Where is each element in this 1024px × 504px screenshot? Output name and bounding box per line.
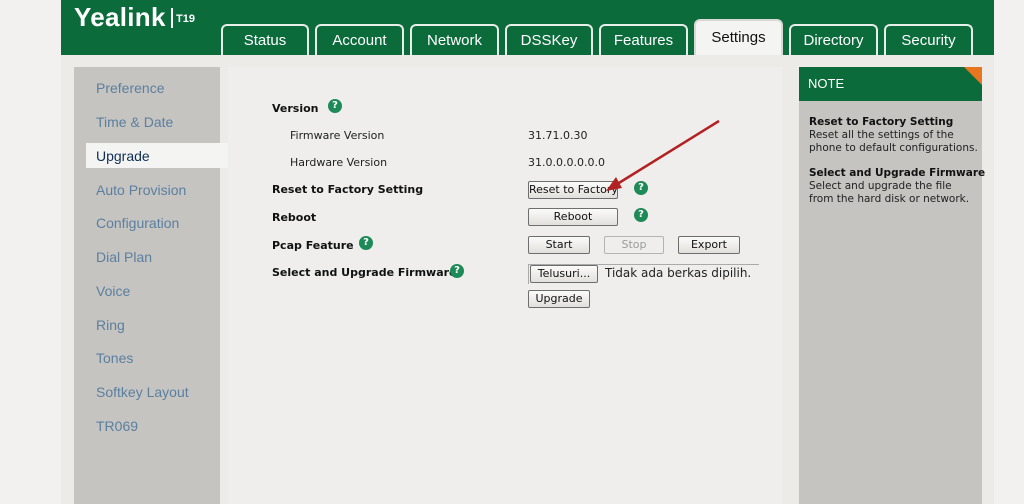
reset-factory-label: Reset to Factory Setting [272, 183, 424, 196]
tab-dsskey[interactable]: DSSKey [505, 24, 593, 55]
model-label: T19 [176, 13, 195, 25]
tab-network[interactable]: Network [410, 24, 499, 55]
tab-account[interactable]: Account [315, 24, 404, 55]
firmware-version-label: Firmware Version [290, 129, 385, 142]
page-background-left [0, 0, 61, 504]
upgrade-firmware-label: Select and Upgrade Firmware [272, 266, 457, 279]
reset-to-factory-button[interactable]: Reset to Factory [528, 181, 618, 199]
hardware-version-value: 31.0.0.0.0.0.0 [528, 156, 605, 169]
sidebar-item-softkey-layout[interactable]: Softkey Layout [96, 384, 189, 400]
reboot-label: Reboot [272, 211, 317, 224]
help-icon-reboot[interactable]: ? [634, 208, 648, 222]
pcap-feature-label: Pcap Feature [272, 239, 354, 252]
note-firmware-description: Select and upgrade the file from the har… [809, 180, 970, 205]
logo-divider [171, 8, 173, 28]
sidebar-item-upgrade[interactable]: Upgrade [96, 148, 150, 164]
tab-features[interactable]: Features [599, 24, 688, 55]
pcap-start-button[interactable]: Start [528, 236, 590, 254]
sidebar-item-preference[interactable]: Preference [96, 80, 164, 96]
sidebar-item-tr069[interactable]: TR069 [96, 418, 138, 434]
sidebar-item-ring[interactable]: Ring [96, 317, 125, 333]
note-reset-description: Reset all the settings of the phone to d… [809, 129, 978, 154]
sidebar-item-dial-plan[interactable]: Dial Plan [96, 249, 152, 265]
page-background-right [994, 0, 1024, 504]
note-corner-fold [964, 67, 982, 85]
hardware-version-label: Hardware Version [290, 156, 388, 169]
note-title: NOTE [799, 67, 982, 101]
help-icon-firmware[interactable]: ? [450, 264, 464, 278]
pcap-stop-button: Stop [604, 236, 664, 254]
reboot-button[interactable]: Reboot [528, 208, 618, 226]
note-panel [799, 101, 982, 504]
sidebar-item-tones[interactable]: Tones [96, 350, 133, 366]
upgrade-button[interactable]: Upgrade [528, 290, 590, 308]
firmware-version-value: 31.71.0.30 [528, 129, 588, 142]
help-icon-version[interactable]: ? [328, 99, 342, 113]
no-file-selected-text: Tidak ada berkas dipilih. [605, 266, 752, 280]
sidebar-item-time-date[interactable]: Time & Date [96, 114, 173, 130]
sidebar-item-voice[interactable]: Voice [96, 283, 130, 299]
help-icon-pcap[interactable]: ? [359, 236, 373, 250]
note-reset-title: Reset to Factory Setting [809, 116, 954, 128]
note-firmware-title: Select and Upgrade Firmware [809, 167, 986, 179]
sidebar-item-auto-provision[interactable]: Auto Provision [96, 182, 186, 198]
brand-logo: Yealink [74, 2, 166, 32]
sidebar-item-configuration[interactable]: Configuration [96, 215, 179, 231]
help-icon-reset[interactable]: ? [634, 181, 648, 195]
browse-file-button[interactable]: Telusuri... [530, 265, 598, 283]
pcap-export-button[interactable]: Export [678, 236, 740, 254]
tab-status[interactable]: Status [221, 24, 309, 55]
tab-directory[interactable]: Directory [789, 24, 878, 55]
version-label: Version [272, 102, 319, 115]
tab-security[interactable]: Security [884, 24, 973, 55]
tab-settings[interactable]: Settings [694, 19, 783, 55]
